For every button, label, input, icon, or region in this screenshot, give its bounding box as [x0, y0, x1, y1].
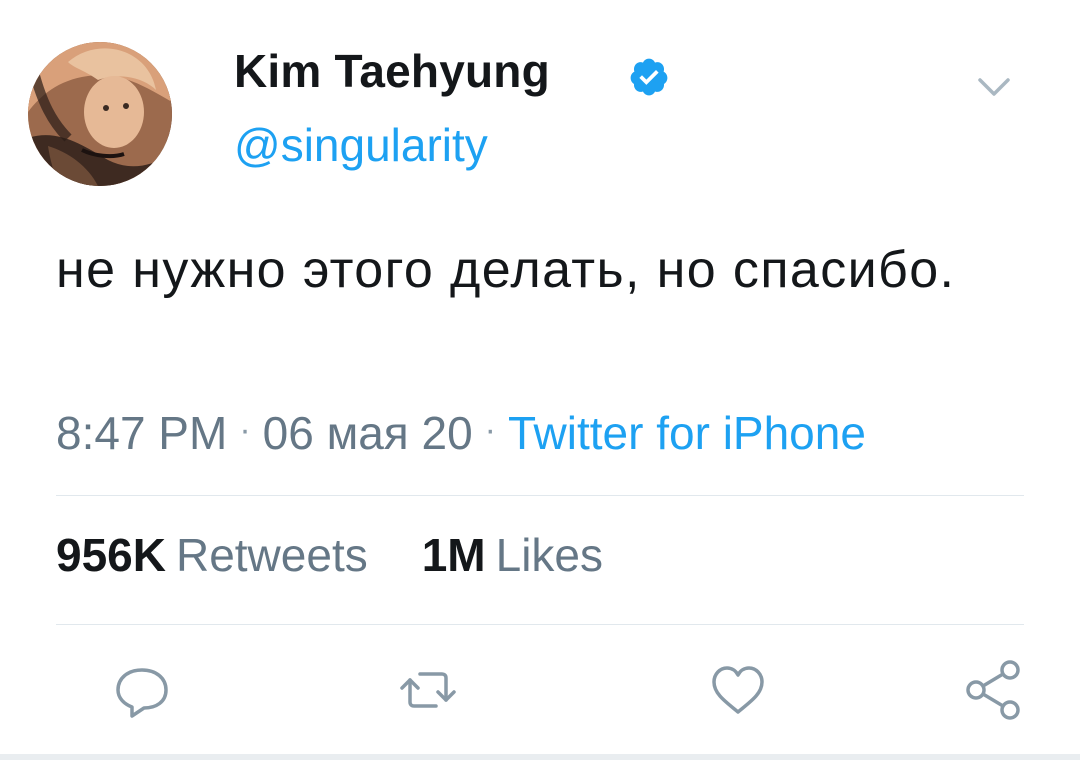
retweet-icon[interactable] — [396, 658, 460, 722]
divider — [56, 624, 1024, 625]
retweets-label: Retweets — [175, 529, 368, 581]
tweet-text: не нужно этого делать, но спасибо. — [56, 241, 956, 299]
share-icon[interactable] — [962, 658, 1026, 722]
likes-count: 1M — [421, 529, 486, 581]
bottom-edge — [0, 754, 1080, 760]
separator-dot: · — [239, 411, 251, 449]
separator-dot: · — [484, 411, 496, 449]
retweets-stat[interactable]: 956K Retweets — [56, 529, 368, 581]
tweet-card: Kim Taehyung @singularity не нужно этого… — [0, 0, 1080, 760]
verified-badge-icon — [630, 58, 668, 96]
heart-icon[interactable] — [706, 658, 770, 722]
reply-icon[interactable] — [110, 658, 174, 722]
avatar-image — [28, 42, 172, 186]
tweet-stats: 956K Retweets 1M Likes — [56, 528, 603, 582]
retweets-count: 956K — [56, 529, 166, 581]
display-name[interactable]: Kim Taehyung — [234, 44, 550, 98]
chevron-down-icon[interactable] — [974, 72, 1014, 100]
tweet-source-link[interactable]: Twitter for iPhone — [508, 407, 866, 459]
tweet-date[interactable]: 06 мая 20 — [263, 407, 473, 459]
likes-label: Likes — [495, 529, 604, 581]
likes-stat[interactable]: 1M Likes — [422, 529, 603, 581]
avatar[interactable] — [28, 42, 172, 186]
user-handle[interactable]: @singularity — [234, 118, 488, 172]
tweet-time: 8:47 PM — [56, 407, 228, 459]
divider — [56, 495, 1024, 496]
tweet-meta: 8:47 PM · 06 мая 20 · Twitter for iPhone — [56, 406, 866, 460]
